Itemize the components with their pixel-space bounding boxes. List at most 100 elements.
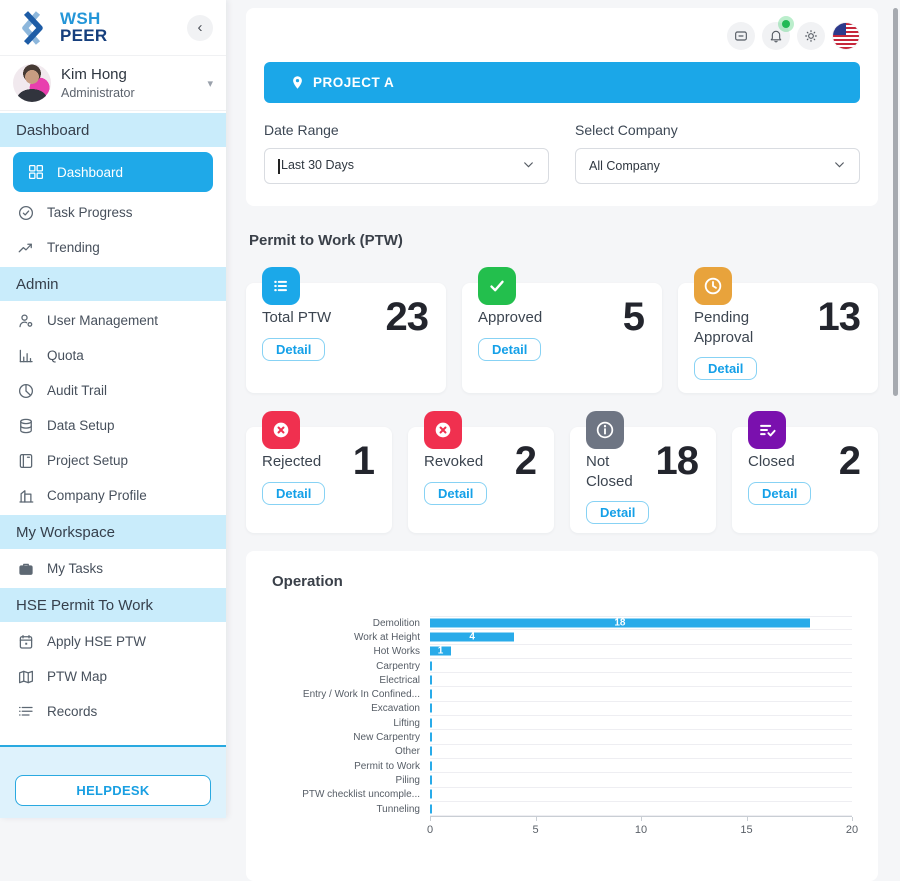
chart-bar[interactable] [430,747,432,756]
chart-category-label: Tunneling [272,804,430,815]
sidebar-item-trending[interactable]: Trending [0,230,226,265]
app-logo-icon [13,8,53,48]
info-circle-icon [586,411,624,449]
sidebar-item-user-management[interactable]: User Management [0,303,226,338]
chart-row: Work at Height 4 [272,630,852,644]
chart-row: Entry / Work In Confined... [272,687,852,701]
chart-x-axis: 05101520 [430,816,852,846]
map-icon [17,668,35,686]
scrollbar[interactable] [893,8,898,396]
card-label: Total PTW [262,308,366,328]
chart-row: Tunneling [272,802,852,816]
trend-icon [17,239,35,257]
card-label: Rejected [262,452,333,472]
database-icon [17,417,35,435]
x-circle-icon [262,411,300,449]
user-name: Kim Hong [61,66,135,83]
x-circle-icon [424,411,462,449]
chart-category-label: Excavation [272,703,430,714]
card-label: Approved [478,308,582,328]
chart-bar[interactable] [430,733,432,742]
user-profile[interactable]: Kim Hong Administrator ▾ [0,56,226,111]
chart-bar[interactable] [430,690,432,699]
sidebar-item-dashboard[interactable]: Dashboard [13,152,213,192]
detail-button[interactable]: Detail [694,357,757,380]
chart-bar[interactable] [430,775,432,784]
sidebar-item-project-setup[interactable]: Project Setup [0,443,226,478]
clock-check-icon [17,204,35,222]
chevron-down-icon [833,158,846,174]
chart-bar[interactable] [430,761,432,770]
flag-us-button[interactable] [832,22,860,50]
chart-bar[interactable]: 4 [430,632,514,641]
sidebar-item-apply-hse-ptw[interactable]: Apply HSE PTW [0,624,226,659]
flag-us-icon [833,23,859,49]
chart-bar[interactable] [430,675,432,684]
sidebar-item-company-profile[interactable]: Company Profile [0,478,226,513]
chart-bar[interactable] [430,661,432,670]
sidebar-item-my-tasks[interactable]: My Tasks [0,551,226,586]
chart-bar[interactable] [430,718,432,727]
sidebar-item-label: Trending [47,240,100,255]
chevron-down-icon [522,158,535,174]
chart-category-label: Demolition [272,618,430,629]
date-range-filter: Date Range Last 30 Days [264,122,549,184]
sidebar-collapse-button[interactable]: ‹ [187,15,213,41]
chart-bar[interactable] [430,804,432,813]
check-icon [486,275,508,297]
chart-bar[interactable] [430,790,432,799]
ptw-cards-row-1: Total PTW23DetailApproved5DetailPending … [246,283,878,393]
bell-button[interactable] [762,22,790,50]
info-circle-icon [594,419,616,441]
sidebar-item-label: Project Setup [47,453,128,468]
detail-button[interactable]: Detail [262,338,325,361]
chart-plot-area [430,716,852,730]
grid-icon [27,163,45,181]
card-value: 23 [386,295,429,340]
sidebar-item-audit-trail[interactable]: Audit Trail [0,373,226,408]
logo-row: WSH PEER ‹ [0,0,226,56]
filters-row: Date Range Last 30 Days Select Company A… [264,122,860,184]
operation-card: Operation Demolition18Work at Height4Hot… [246,551,878,881]
chart-row: Carpentry [272,659,852,673]
date-range-select[interactable]: Last 30 Days [264,148,549,184]
date-range-label: Date Range [264,122,549,138]
sidebar-item-ptw-map[interactable]: PTW Map [0,659,226,694]
bar-value-label: 4 [469,631,475,642]
company-select[interactable]: All Company [575,148,860,184]
chart-plot-area: 18 [430,616,852,630]
sidebar-item-records[interactable]: Records [0,694,226,729]
sidebar-footer: HELPDESK [0,745,226,818]
card-value: 2 [515,439,536,484]
detail-button[interactable]: Detail [424,482,487,505]
chat-button[interactable] [727,22,755,50]
sidebar-item-data-setup[interactable]: Data Setup [0,408,226,443]
detail-button[interactable]: Detail [262,482,325,505]
theme-icon [803,28,819,44]
project-banner[interactable]: PROJECT A [264,62,860,103]
calendar-icon [17,633,35,651]
chart-bar[interactable] [430,704,432,713]
location-pin-icon [290,75,305,90]
chart-category-label: Work at Height [272,632,430,643]
detail-button[interactable]: Detail [748,482,811,505]
chart-row: Other [272,745,852,759]
chart-bar[interactable]: 1 [430,647,451,656]
sidebar-nav: DashboardDashboardTask ProgressTrendingA… [0,111,226,745]
theme-button[interactable] [797,22,825,50]
detail-button[interactable]: Detail [586,501,649,524]
sidebar-item-task-progress[interactable]: Task Progress [0,195,226,230]
sidebar-item-label: User Management [47,313,158,328]
list-icon [262,267,300,305]
axis-tick-label: 20 [846,824,858,836]
chart-plot-area [430,673,852,687]
helpdesk-button[interactable]: HELPDESK [15,775,211,806]
detail-button[interactable]: Detail [478,338,541,361]
sidebar: WSH PEER ‹ Kim Hong Administrator ▾ Dash… [0,0,226,818]
sidebar-item-quota[interactable]: Quota [0,338,226,373]
card-label: Closed [748,452,819,472]
chart-row: Hot Works1 [272,645,852,659]
chart-category-label: Carpentry [272,661,430,672]
chart-bar[interactable]: 18 [430,619,810,628]
card-value: 5 [623,295,644,340]
